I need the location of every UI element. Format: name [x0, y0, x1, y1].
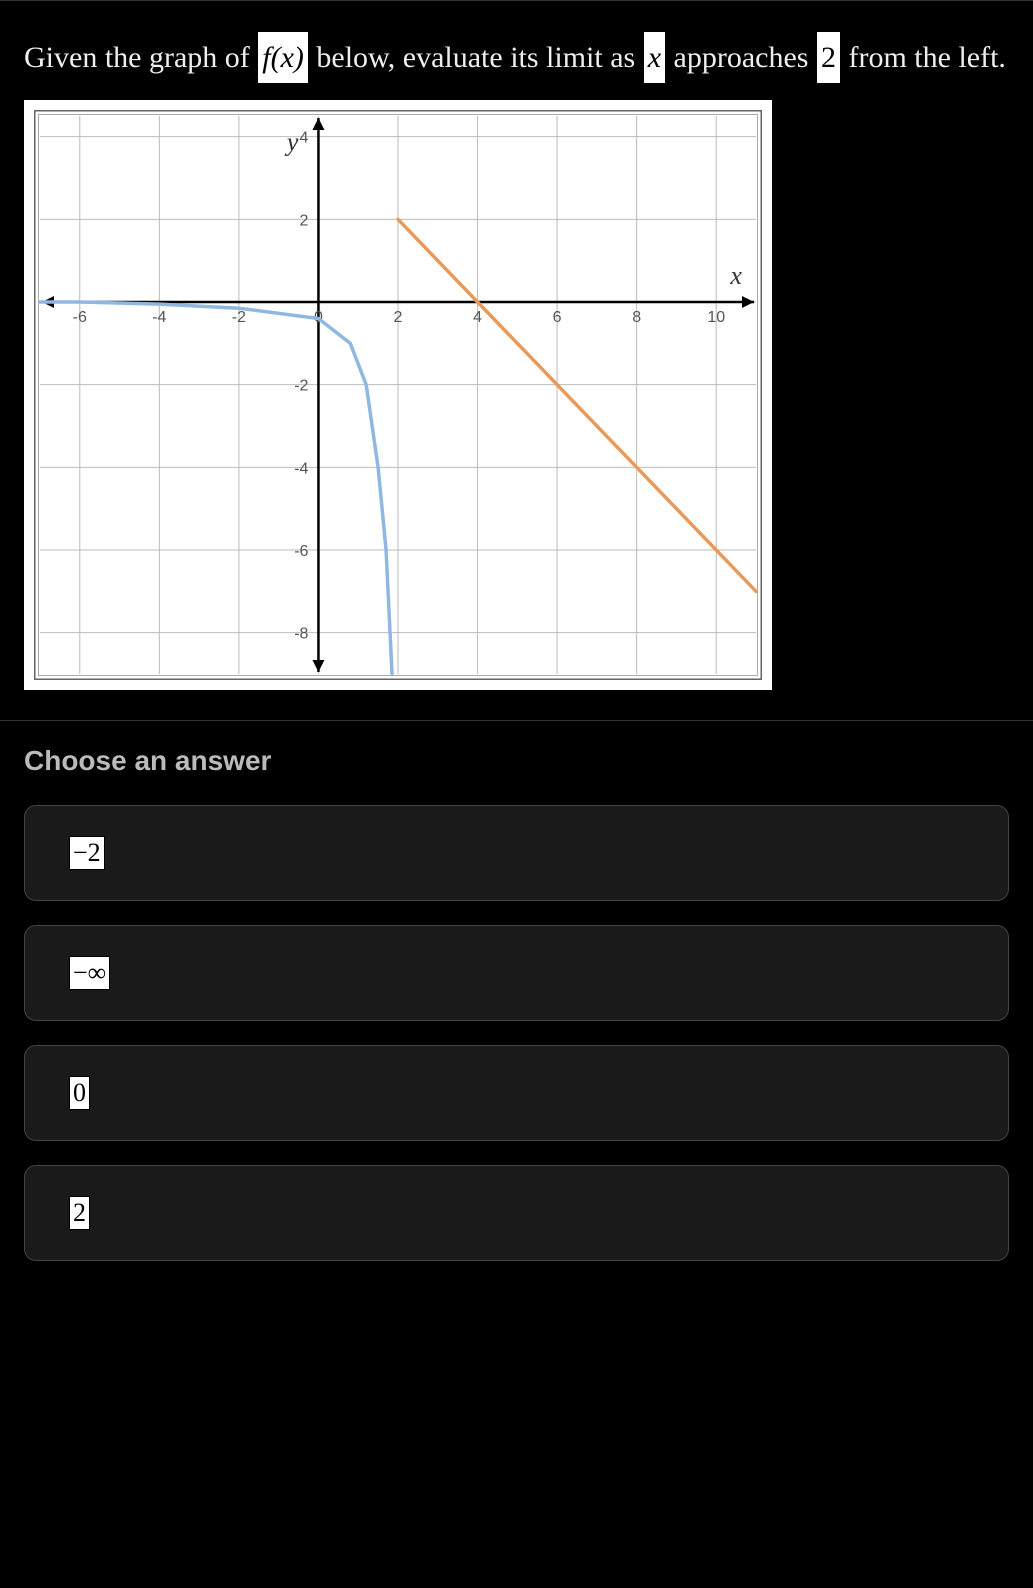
svg-text:y: y — [284, 128, 299, 157]
answer-option-0[interactable]: −2 — [24, 805, 1009, 901]
q-part1: Given the graph of — [24, 41, 257, 74]
svg-text:x: x — [729, 261, 742, 290]
svg-text:4: 4 — [300, 130, 309, 147]
svg-text:6: 6 — [553, 309, 562, 326]
approach-val: 2 — [816, 31, 841, 84]
fx-expr: f(x) — [257, 31, 309, 84]
graph-plot: -6-4-20246810-8-6-4-224yx — [34, 110, 762, 680]
svg-text:-2: -2 — [232, 309, 246, 326]
svg-text:-4: -4 — [152, 309, 166, 326]
answer-section: Choose an answer −2 −∞ 0 2 — [0, 721, 1033, 1309]
svg-text:-2: -2 — [294, 378, 308, 395]
question-section: Given the graph of f(x) below, evaluate … — [0, 0, 1033, 721]
answer-option-label: 2 — [69, 1196, 90, 1230]
svg-text:8: 8 — [632, 309, 641, 326]
svg-text:2: 2 — [300, 212, 309, 229]
q-part4: from the left. — [848, 41, 1005, 74]
graph-container: -6-4-20246810-8-6-4-224yx — [24, 100, 772, 690]
answer-option-1[interactable]: −∞ — [24, 925, 1009, 1021]
q-part2: below, evaluate its limit as — [316, 41, 642, 74]
svg-text:2: 2 — [394, 309, 403, 326]
svg-text:4: 4 — [473, 309, 482, 326]
answer-option-label: −2 — [69, 836, 105, 870]
answer-option-label: −∞ — [69, 956, 110, 990]
svg-text:-8: -8 — [294, 626, 308, 643]
svg-text:-6: -6 — [294, 543, 308, 560]
svg-text:-6: -6 — [73, 309, 87, 326]
q-part3: approaches — [674, 41, 816, 74]
svg-text:10: 10 — [707, 309, 725, 326]
answer-option-3[interactable]: 2 — [24, 1165, 1009, 1261]
svg-text:-4: -4 — [294, 460, 308, 477]
answer-option-2[interactable]: 0 — [24, 1045, 1009, 1141]
question-text: Given the graph of f(x) below, evaluate … — [24, 31, 1009, 84]
answer-header: Choose an answer — [24, 745, 1009, 777]
answer-options: −2 −∞ 0 2 — [24, 805, 1009, 1261]
x-var: x — [643, 31, 666, 84]
answer-option-label: 0 — [69, 1076, 90, 1110]
